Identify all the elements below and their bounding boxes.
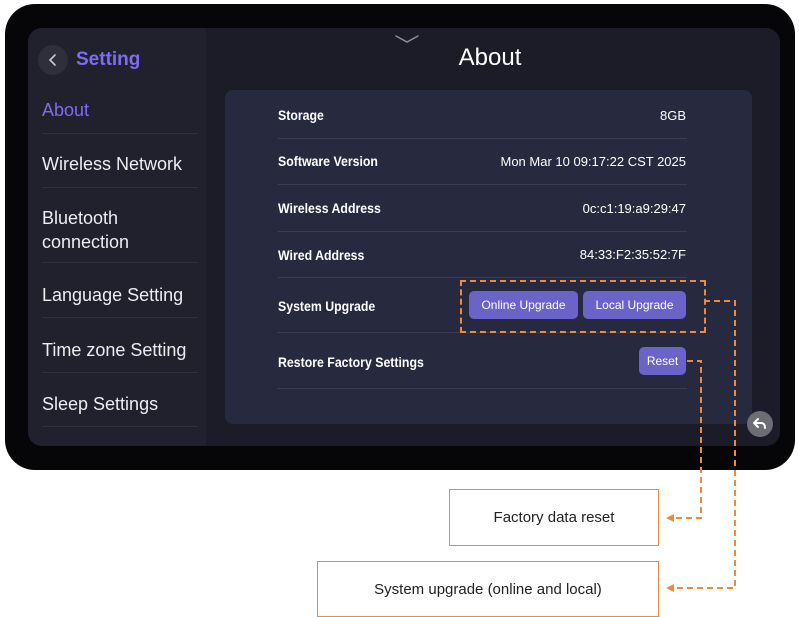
factory-reset-callout: Factory data reset bbox=[449, 489, 659, 546]
annotation-connectors bbox=[666, 300, 736, 592]
system-upgrade-callout: System upgrade (online and local) bbox=[317, 561, 659, 617]
